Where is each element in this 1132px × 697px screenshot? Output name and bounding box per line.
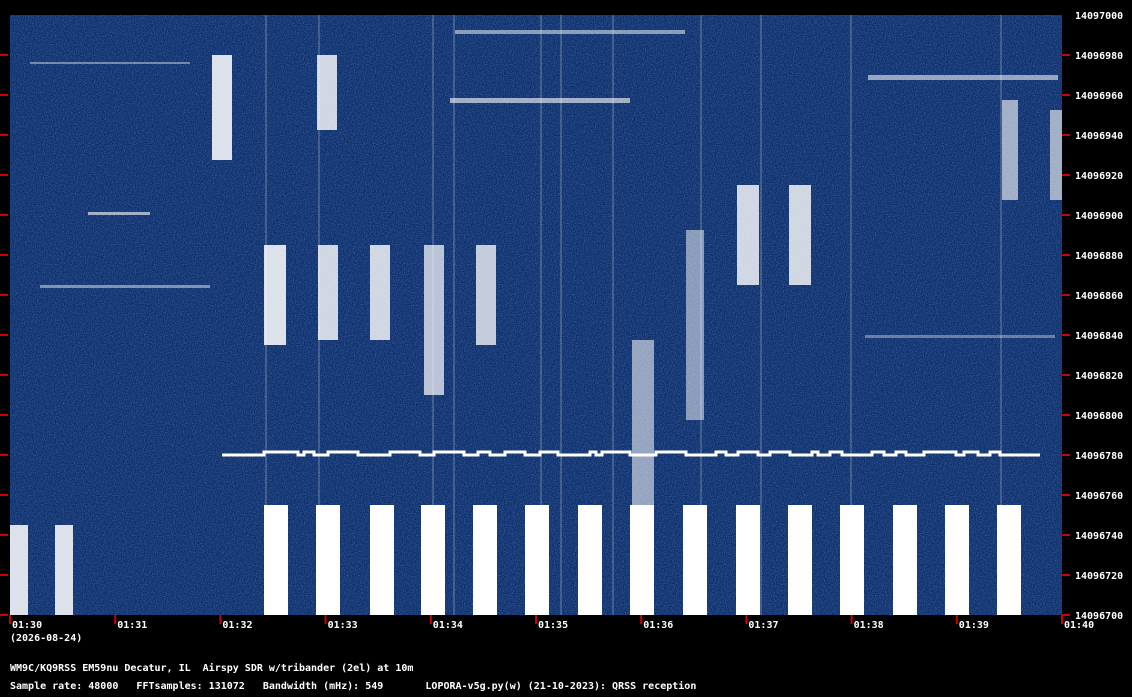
- signal-burst: [525, 505, 549, 615]
- y-tick-label: 14096860: [1075, 291, 1123, 302]
- x-tick-label: 01:34: [433, 620, 463, 631]
- y-tick-label: 14096880: [1075, 251, 1123, 262]
- waterfall-plot-area: [10, 15, 1062, 615]
- signal-burst: [473, 505, 497, 615]
- signal-burst: [788, 505, 812, 615]
- signal-burst: [10, 525, 28, 615]
- signal-burst: [737, 185, 759, 285]
- signal-burst: [370, 245, 390, 340]
- signal-streak: [455, 30, 685, 34]
- signal-burst: [630, 505, 654, 615]
- signal-burst: [736, 505, 760, 615]
- y-tick-label: 14096800: [1075, 411, 1123, 422]
- signal-streak: [88, 212, 150, 215]
- y-tick-label: 14096840: [1075, 331, 1123, 342]
- signal-line: [318, 15, 320, 615]
- x-tick-label: 01:40: [1064, 620, 1094, 631]
- y-tick-label: 14096820: [1075, 371, 1123, 382]
- date-label: (2026-08-24): [10, 633, 82, 644]
- x-tick-label: 01:32: [222, 620, 252, 631]
- signal-burst: [945, 505, 969, 615]
- signal-burst: [1002, 100, 1018, 200]
- signal-burst: [476, 245, 496, 345]
- signal-burst: [264, 245, 286, 345]
- signal-burst: [212, 55, 232, 160]
- y-tick-label: 14097000: [1075, 11, 1123, 22]
- signal-line: [560, 15, 562, 615]
- y-tick-label: 14096960: [1075, 91, 1123, 102]
- y-tick-label: 14096780: [1075, 451, 1123, 462]
- station-info: WM9C/KQ9RSS EM59nu Decatur, IL Airspy SD…: [10, 663, 414, 674]
- y-tick-label: 14096720: [1075, 571, 1123, 582]
- reception-info: Sample rate: 48000 FFTsamples: 131072 Ba…: [10, 681, 697, 692]
- x-tick-label: 01:31: [117, 620, 147, 631]
- signal-line: [453, 15, 455, 615]
- signal-burst: [370, 505, 394, 615]
- signal-line: [700, 15, 702, 615]
- signal-burst: [1050, 110, 1062, 200]
- signal-line: [760, 15, 762, 615]
- y-tick-label: 14096980: [1075, 51, 1123, 62]
- x-tick-label: 01:37: [748, 620, 778, 631]
- signal-burst: [632, 340, 654, 505]
- signal-burst: [264, 505, 288, 615]
- y-tick-label: 14096760: [1075, 491, 1123, 502]
- signal-burst: [55, 525, 73, 615]
- y-tick-label: 14096740: [1075, 531, 1123, 542]
- signal-line: [432, 15, 434, 615]
- signal-line: [850, 15, 852, 615]
- x-tick-label: 01:38: [854, 620, 884, 631]
- signal-streak: [30, 62, 190, 64]
- y-tick-label: 14096920: [1075, 171, 1123, 182]
- signal-burst: [318, 245, 338, 340]
- signal-streak: [40, 285, 210, 288]
- x-tick-label: 01:35: [538, 620, 568, 631]
- signal-burst: [893, 505, 917, 615]
- signal-burst: [578, 505, 602, 615]
- x-tick-label: 01:36: [643, 620, 673, 631]
- x-tick-label: 01:39: [959, 620, 989, 631]
- y-tick-label: 14096900: [1075, 211, 1123, 222]
- signal-burst: [683, 505, 707, 615]
- signal-line: [265, 15, 267, 615]
- signal-line: [1000, 15, 1002, 615]
- x-tick-label: 01:33: [328, 620, 358, 631]
- y-tick-label: 14096940: [1075, 131, 1123, 142]
- signal-line: [540, 15, 542, 615]
- signal-streak: [868, 75, 1058, 80]
- signal-streak: [865, 335, 1055, 338]
- x-tick-label: 01:30: [12, 620, 42, 631]
- signal-burst: [789, 185, 811, 285]
- signal-line: [612, 15, 614, 615]
- qrss-waterfall-chart: 14097000 14096980 14096960 14096940 14096920…: [0, 0, 1132, 697]
